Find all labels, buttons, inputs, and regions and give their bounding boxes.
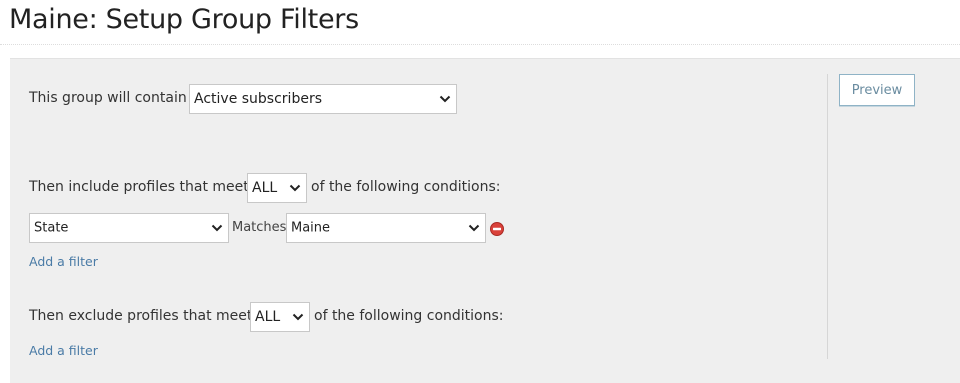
chevron-down-icon (211, 224, 223, 232)
exclude-match-value: ALL (255, 309, 281, 325)
exclude-add-filter-link[interactable]: Add a filter (29, 343, 98, 358)
include-match-select[interactable]: ALL (247, 173, 307, 203)
include-prefix-label: Then include profiles that meet (29, 179, 249, 195)
chevron-down-icon (289, 184, 301, 192)
filter-field-select[interactable]: State (29, 213, 229, 243)
page-title: Maine: Setup Group Filters (9, 4, 359, 35)
chevron-down-icon (468, 224, 480, 232)
chevron-down-icon (439, 95, 451, 103)
title-divider (0, 44, 960, 45)
filter-field-value: State (34, 220, 69, 236)
filter-setup-panel: This group will contain Active subscribe… (10, 58, 960, 383)
remove-filter-icon[interactable] (490, 222, 504, 236)
include-add-filter-link[interactable]: Add a filter (29, 254, 98, 269)
filter-operator-label: Matches (232, 220, 287, 235)
exclude-match-select[interactable]: ALL (250, 302, 310, 332)
exclude-prefix-label: Then exclude profiles that meet (29, 308, 253, 324)
chevron-down-icon (292, 313, 304, 321)
exclude-suffix-label: of the following conditions: (314, 308, 504, 324)
include-match-value: ALL (252, 180, 278, 196)
include-suffix-label: of the following conditions: (311, 179, 501, 195)
group-contents-select[interactable]: Active subscribers (189, 84, 457, 114)
preview-button[interactable]: Preview (839, 74, 915, 106)
contain-label: This group will contain (29, 90, 187, 106)
filter-value-value: Maine (291, 220, 331, 236)
column-divider (827, 74, 828, 359)
filter-value-select[interactable]: Maine (286, 213, 486, 243)
group-contents-value: Active subscribers (194, 91, 322, 107)
